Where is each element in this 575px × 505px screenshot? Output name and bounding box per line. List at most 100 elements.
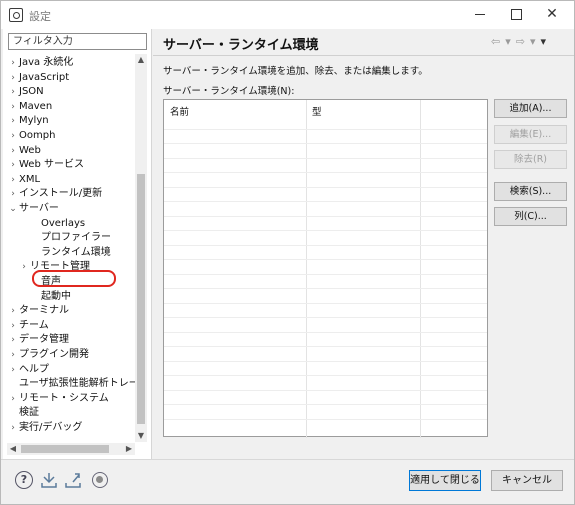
table-row <box>164 404 487 405</box>
columns-button[interactable]: 列(C)... <box>494 207 567 226</box>
filter-input[interactable] <box>8 33 147 50</box>
tree-item[interactable]: › チーム <box>7 319 49 333</box>
chevron-right-icon[interactable]: › <box>18 260 30 274</box>
tree-item[interactable]: › Java 永続化 <box>7 56 73 70</box>
tree-item[interactable]: ユーザ拡張性能解析トレース <box>7 377 135 391</box>
tree-item[interactable]: ⌄ サーバー <box>7 202 59 216</box>
scroll-down-icon[interactable]: ▼ <box>135 430 147 442</box>
tree-item[interactable]: › JavaScript <box>7 71 69 85</box>
tree-item[interactable]: › インストール/更新 <box>7 187 102 201</box>
forward-menu-chevron-icon[interactable]: ▾ <box>530 35 538 48</box>
apply-and-close-button[interactable]: 適用して閉じる <box>409 470 481 491</box>
back-menu-chevron-icon[interactable]: ▾ <box>505 35 513 48</box>
view-menu-icon[interactable]: ▾ <box>541 35 549 48</box>
tree-item[interactable]: › Mylyn <box>7 114 48 128</box>
chevron-right-icon[interactable]: › <box>7 114 19 128</box>
tree-item[interactable]: › ヘルプ <box>7 363 49 377</box>
column-header-type[interactable]: 型 <box>312 104 322 118</box>
add-button[interactable]: 追加(A)... <box>494 99 567 118</box>
chevron-right-icon[interactable]: › <box>7 129 19 143</box>
edit-button[interactable]: 編集(E)... <box>494 125 567 144</box>
table-row <box>164 418 487 420</box>
chevron-right-icon[interactable]: › <box>7 85 19 99</box>
preference-page: サーバー・ランタイム環境 ⇦ ▾ ⇨ ▾ ▾ サーバー・ランタイム環境を追加、除去、また… <box>153 29 574 459</box>
tree-item-label: Overlays <box>41 217 86 229</box>
search-button[interactable]: 検索(S)... <box>494 182 567 201</box>
runtime-environments-table[interactable]: 名前 型 <box>163 99 488 438</box>
tree-item[interactable]: › リモート・システム <box>7 392 109 406</box>
tree-item-label: ユーザ拡張性能解析トレース <box>19 378 135 390</box>
column-header-name[interactable]: 名前 <box>170 104 189 118</box>
tree-horizontal-scrollbar[interactable]: ◀ ▶ <box>7 443 135 455</box>
tree-item[interactable]: 起動中 <box>29 290 71 304</box>
chevron-right-icon[interactable]: › <box>7 304 19 318</box>
tree-item-label: サーバー <box>19 203 59 214</box>
tree-item[interactable]: › プラグイン開発 <box>7 348 89 362</box>
export-icon[interactable] <box>64 471 82 489</box>
scroll-right-icon[interactable]: ▶ <box>123 443 135 455</box>
column-divider <box>420 100 421 438</box>
tree-item[interactable]: › データ管理 <box>7 333 69 347</box>
import-icon[interactable] <box>40 471 58 489</box>
tree-item-label: Java 永続化 <box>19 57 74 68</box>
table-row <box>164 143 487 144</box>
tree-item[interactable]: › XML <box>7 173 40 187</box>
tree-item[interactable]: › JSON <box>7 85 44 99</box>
maximize-button[interactable] <box>505 4 527 24</box>
tree-item[interactable]: › ターミナル <box>7 304 69 318</box>
tree-item-label: 音声 <box>41 276 61 287</box>
chevron-right-icon[interactable]: › <box>7 319 19 333</box>
tree-item[interactable]: 音声 <box>29 275 61 289</box>
help-icon[interactable]: ? <box>15 471 33 489</box>
tree-item-label: JSON <box>19 86 44 98</box>
table-row <box>164 288 487 289</box>
chevron-down-icon[interactable]: ⌄ <box>7 202 19 216</box>
tree-item[interactable]: › 実行/デバッグ <box>7 421 82 435</box>
tree-item[interactable]: › リモート管理 <box>18 260 90 274</box>
horizontal-scroll-thumb[interactable] <box>21 445 109 453</box>
title-bar: 設定 ✕ <box>1 1 574 29</box>
chevron-right-icon[interactable]: › <box>7 158 19 172</box>
table-row <box>164 317 487 318</box>
chevron-right-icon[interactable]: › <box>7 71 19 85</box>
chevron-right-icon[interactable]: › <box>7 392 19 406</box>
tree-vertical-scrollbar[interactable]: ▲ ▼ <box>135 54 147 442</box>
chevron-right-icon[interactable]: › <box>7 144 19 158</box>
chevron-right-icon[interactable]: › <box>7 363 19 377</box>
chevron-right-icon[interactable]: › <box>7 100 19 114</box>
back-arrow-icon[interactable]: ⇦ <box>491 35 502 48</box>
tree-item[interactable]: › Web サービス <box>7 158 84 172</box>
close-button[interactable]: ✕ <box>541 4 563 24</box>
table-row <box>164 360 487 362</box>
vertical-scroll-thumb[interactable] <box>137 174 145 424</box>
minimize-button[interactable] <box>469 4 491 24</box>
cancel-button[interactable]: キャンセル <box>491 470 563 491</box>
tree-item[interactable]: プロファイラー <box>29 231 111 245</box>
chevron-right-icon[interactable]: › <box>7 348 19 362</box>
tree-item-label: リモート・システム <box>19 392 109 404</box>
record-icon[interactable] <box>92 472 108 488</box>
runtime-table-label: サーバー・ランタイム環境(N): <box>163 86 295 97</box>
tree-item[interactable]: Overlays <box>29 217 85 231</box>
tree-item[interactable]: › Oomph <box>7 129 55 143</box>
chevron-right-icon[interactable]: › <box>7 333 19 347</box>
preferences-sidebar: ›Java 永続化›JavaScript›JSON›Maven›Mylyn›Oo… <box>3 29 152 459</box>
tree-item[interactable]: 検証 <box>7 406 39 420</box>
scroll-left-icon[interactable]: ◀ <box>7 443 19 455</box>
forward-arrow-icon[interactable]: ⇨ <box>516 35 527 48</box>
footer-divider <box>1 459 574 460</box>
scroll-up-icon[interactable]: ▲ <box>135 54 147 66</box>
table-row <box>164 331 487 333</box>
tree-item-label: 起動中 <box>41 290 71 302</box>
chevron-right-icon[interactable]: › <box>7 173 19 187</box>
table-row <box>164 273 487 275</box>
remove-button[interactable]: 除去(R) <box>494 150 567 169</box>
tree-item[interactable]: › Maven <box>7 100 52 114</box>
tree-item[interactable]: ランタイム環境 <box>29 246 111 260</box>
tree-item-label: リモート管理 <box>30 261 90 273</box>
chevron-right-icon[interactable]: › <box>7 187 19 201</box>
tree-item[interactable]: › Web <box>7 144 41 158</box>
chevron-right-icon[interactable]: › <box>7 56 19 70</box>
chevron-right-icon[interactable]: › <box>7 421 19 435</box>
preferences-tree: › Java 永続化 › JavaScript › JSON › Maven › Mylyn › Oo… <box>7 54 135 442</box>
